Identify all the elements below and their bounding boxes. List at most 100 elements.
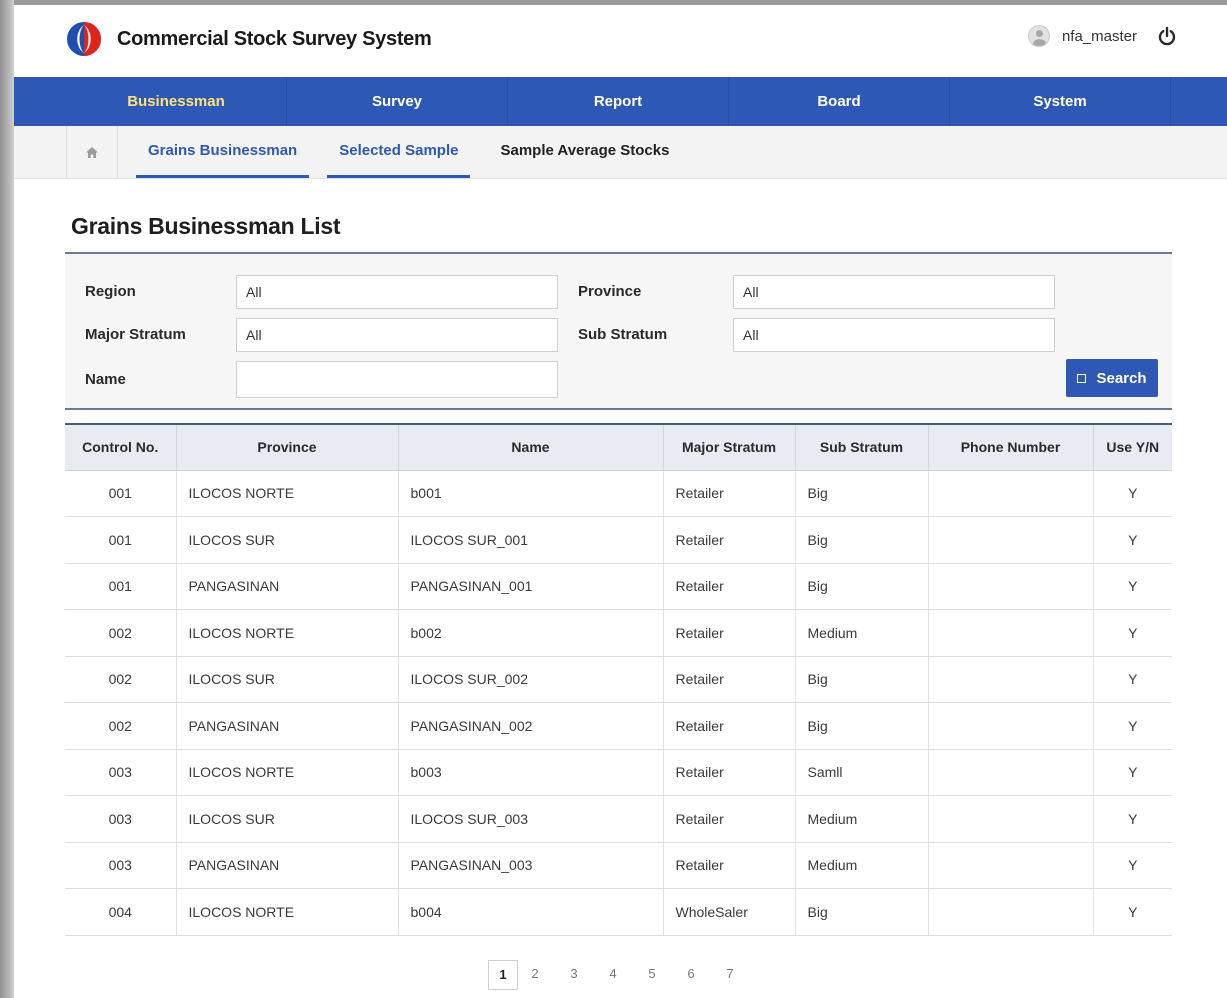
cell-control-no: 001 [65,563,177,610]
cell-name[interactable]: PANGASINAN_003 [398,842,664,889]
cell-name[interactable]: b004 [398,888,664,936]
cell-name[interactable]: ILOCOS SUR_001 [398,516,664,564]
cell-province: ILOCOS NORTE [176,609,399,657]
cell-use-yn: Y [1093,702,1172,750]
table-row[interactable]: 003 ILOCOS NORTE b003 Retailer Samll Y [65,749,1172,796]
cell-phone [928,470,1094,517]
cell-phone [928,749,1094,796]
cell-use-yn: Y [1093,470,1172,517]
cell-control-no: 001 [65,516,177,564]
column-header[interactable]: Major Stratum [663,423,796,471]
user-area: nfa_master [1027,25,1177,47]
cell-major-stratum: WholeSaler [663,888,796,936]
cell-phone [928,842,1094,889]
region-select[interactable]: All [236,275,558,309]
sub-stratum-label: Sub Stratum [578,326,668,343]
cell-sub-stratum: Medium [795,795,929,843]
sub-nav: Grains Businessman Selected Sample Sampl… [14,126,1227,179]
table-row[interactable]: 002 ILOCOS SUR ILOCOS SUR_002 Retailer B… [65,656,1172,703]
cell-major-stratum: Retailer [663,795,796,843]
table-row[interactable]: 002 PANGASINAN PANGASINAN_002 Retailer B… [65,702,1172,750]
nav-survey[interactable]: Survey [287,77,508,126]
home-button[interactable] [66,126,118,178]
column-header[interactable]: Province [176,423,399,471]
search-button[interactable]: Search [1066,359,1158,397]
table-row[interactable]: 003 PANGASINAN PANGASINAN_003 Retailer M… [65,842,1172,889]
name-input[interactable] [236,361,558,398]
page-3-link[interactable]: 3 [559,960,589,990]
major-stratum-label: Major Stratum [85,326,186,343]
page-5-link[interactable]: 5 [637,960,667,990]
table-header-row: Control No. Province Name Major Stratum … [65,423,1172,471]
name-label: Name [85,371,126,388]
user-avatar-icon[interactable] [1027,25,1050,47]
cell-phone [928,609,1094,657]
table-row[interactable]: 002 ILOCOS NORTE b002 Retailer Medium Y [65,609,1172,657]
cell-major-stratum: Retailer [663,749,796,796]
table-row[interactable]: 004 ILOCOS NORTE b004 WholeSaler Big Y [65,888,1172,936]
cell-phone [928,702,1094,750]
cell-name[interactable]: PANGASINAN_001 [398,563,664,610]
table-row[interactable]: 001 PANGASINAN PANGASINAN_001 Retailer B… [65,563,1172,610]
cell-province: ILOCOS SUR [176,656,399,703]
nav-system[interactable]: System [950,77,1171,126]
cell-major-stratum: Retailer [663,516,796,564]
column-header[interactable]: Phone Number [928,423,1094,471]
major-stratum-select[interactable]: All [236,318,558,352]
header: Commercial Stock Survey System nfa_maste… [14,5,1227,77]
cell-phone [928,516,1094,564]
province-select[interactable]: All [733,275,1055,309]
cell-name[interactable]: PANGASINAN_002 [398,702,664,750]
tab-sample-average-stocks[interactable]: Sample Average Stocks [488,126,681,178]
table-row[interactable]: 003 ILOCOS SUR ILOCOS SUR_003 Retailer M… [65,795,1172,843]
tab-grains-businessman[interactable]: Grains Businessman [136,126,310,178]
sub-stratum-select[interactable]: All [733,318,1055,352]
username[interactable]: nfa_master [1062,28,1137,45]
cell-sub-stratum: Big [795,563,929,610]
column-header[interactable]: Control No. [65,423,177,471]
cell-control-no: 004 [65,888,177,936]
cell-name[interactable]: ILOCOS SUR_002 [398,656,664,703]
cell-major-stratum: Retailer [663,842,796,889]
power-icon[interactable] [1157,26,1177,46]
cell-sub-stratum: Samll [795,749,929,796]
page-1-link[interactable]: 1 [488,960,518,990]
page-title: Grains Businessman List [71,213,341,239]
page-2-link[interactable]: 2 [520,960,550,990]
cell-province: ILOCOS NORTE [176,888,399,936]
cell-control-no: 002 [65,609,177,657]
cell-province: PANGASINAN [176,842,399,889]
column-header[interactable]: Use Y/N [1093,423,1172,471]
cell-control-no: 003 [65,749,177,796]
main-nav: Businessman Survey Report Board System [14,77,1227,126]
cell-use-yn: Y [1093,888,1172,936]
cell-name[interactable]: ILOCOS SUR_003 [398,795,664,843]
column-header[interactable]: Sub Stratum [795,423,929,471]
cell-major-stratum: Retailer [663,656,796,703]
province-label: Province [578,283,642,300]
cell-name[interactable]: b003 [398,749,664,796]
cell-major-stratum: Retailer [663,702,796,750]
app-title: Commercial Stock Survey System [117,28,432,50]
cell-province: ILOCOS NORTE [176,470,399,517]
cell-name[interactable]: b001 [398,470,664,517]
nav-report[interactable]: Report [508,77,729,126]
cell-name[interactable]: b002 [398,609,664,657]
cell-sub-stratum: Medium [795,609,929,657]
table-row[interactable]: 001 ILOCOS SUR ILOCOS SUR_001 Retailer B… [65,516,1172,564]
cell-use-yn: Y [1093,609,1172,657]
pagination: 1 2 3 4 5 6 7 [488,960,754,990]
cell-use-yn: Y [1093,795,1172,843]
search-icon [1077,373,1087,383]
page-6-link[interactable]: 6 [676,960,706,990]
cell-control-no: 003 [65,795,177,843]
nav-board[interactable]: Board [729,77,950,126]
table-row[interactable]: 001 ILOCOS NORTE b001 Retailer Big Y [65,470,1172,517]
page-4-link[interactable]: 4 [598,960,628,990]
nav-businessman[interactable]: Businessman [66,77,287,126]
page-7-link[interactable]: 7 [715,960,745,990]
tab-selected-sample[interactable]: Selected Sample [327,126,471,178]
cell-control-no: 002 [65,702,177,750]
cell-control-no: 001 [65,470,177,517]
column-header[interactable]: Name [398,423,664,471]
